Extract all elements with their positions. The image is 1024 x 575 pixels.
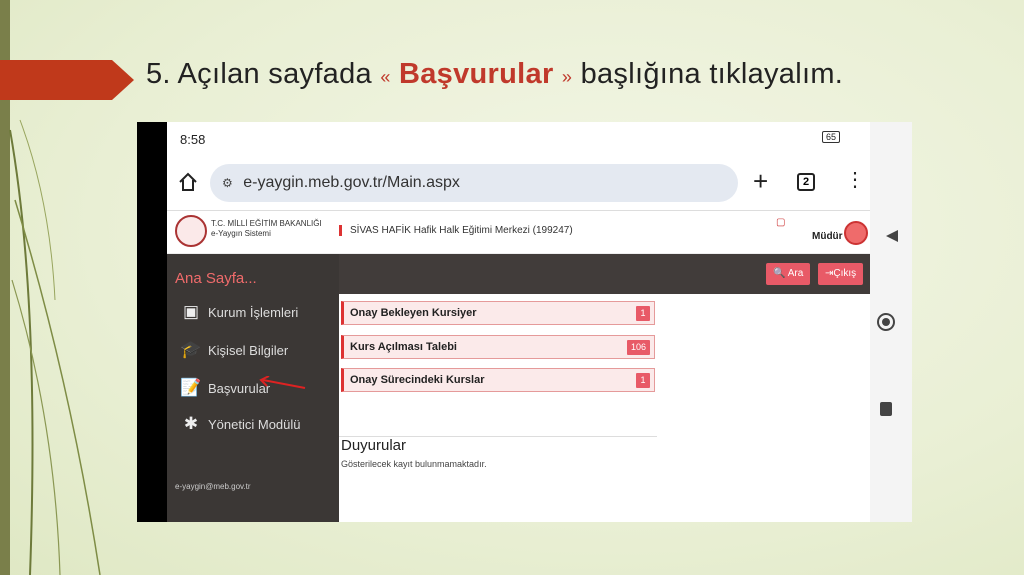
institution-name: SİVAS HAFİK Hafik Halk Eğitimi Merkezi (… bbox=[339, 225, 573, 236]
sidebar-item-kurum-islemleri[interactable]: ▣ Kurum İşlemleri bbox=[180, 302, 298, 322]
top-action-bar: 🔍 Ara ⇥Çıkış bbox=[339, 254, 870, 294]
phone-screenshot: 8:58 65 ⚙ e-yaygin.meb.gov.tr/Main.aspx … bbox=[137, 122, 912, 522]
count-badge: 1 bbox=[636, 373, 650, 388]
building-icon: ▣ bbox=[182, 302, 200, 321]
card-kurs-acilmasi-talebi[interactable]: Kurs Açılması Talebi 106 bbox=[341, 335, 655, 359]
browser-toolbar: ⚙ e-yaygin.meb.gov.tr/Main.aspx + 2 ⋮ bbox=[167, 156, 870, 210]
pointer-arrow bbox=[259, 376, 306, 389]
brand-text: T.C. MİLLİ EĞİTİM BAKANLIĞI e-Yaygın Sis… bbox=[211, 219, 322, 238]
sidebar: Ana Sayfa... ▣ Kurum İşlemleri 🎓 Kişisel… bbox=[167, 254, 339, 522]
graduation-cap-icon: 🎓 bbox=[180, 340, 202, 359]
announcements-empty-text: Gösterilecek kayıt bulunmamaktadır. bbox=[341, 459, 487, 469]
footer-email: e-yaygin@meb.gov.tr bbox=[175, 482, 251, 491]
sidebar-title[interactable]: Ana Sayfa... bbox=[175, 270, 257, 287]
avatar[interactable] bbox=[844, 221, 868, 245]
announcements-panel: Duyurular Gösterilecek kayıt bulunmamakt… bbox=[339, 436, 657, 522]
site-settings-icon[interactable]: ⚙ bbox=[222, 176, 233, 190]
phone-bezel bbox=[137, 122, 167, 522]
address-bar[interactable]: ⚙ e-yaygin.meb.gov.tr/Main.aspx bbox=[210, 164, 738, 202]
summary-cards: Onay Bekleyen Kursiyer 1 Kurs Açılması T… bbox=[341, 299, 655, 411]
count-badge: 106 bbox=[626, 340, 650, 355]
keyword-basvurular: Başvurular bbox=[399, 58, 554, 90]
announcements-title: Duyurular bbox=[341, 437, 407, 454]
card-onay-bekleyen-kursiyer[interactable]: Onay Bekleyen Kursiyer 1 bbox=[341, 301, 655, 325]
exit-button[interactable]: ⇥Çıkış bbox=[818, 263, 864, 285]
new-tab-icon[interactable]: + bbox=[753, 168, 768, 194]
user-role: Müdür bbox=[812, 231, 843, 242]
url-text: e-yaygin.meb.gov.tr/Main.aspx bbox=[243, 174, 460, 191]
count-badge: 1 bbox=[636, 306, 650, 321]
app-header: T.C. MİLLİ EĞİTİM BAKANLIĞI e-Yaygın Sis… bbox=[167, 210, 870, 254]
recents-icon[interactable] bbox=[880, 402, 892, 416]
notification-icon[interactable]: ▢ bbox=[776, 217, 785, 228]
home-icon[interactable] bbox=[177, 171, 199, 193]
tab-switcher-button[interactable]: 2 bbox=[797, 173, 815, 191]
back-icon[interactable] bbox=[886, 230, 898, 242]
status-bar: 8:58 65 bbox=[167, 122, 870, 156]
document-edit-icon: 📝 bbox=[180, 378, 202, 397]
title-arrow-shape bbox=[0, 60, 134, 100]
search-button[interactable]: 🔍 Ara bbox=[766, 263, 811, 285]
sidebar-item-kisisel-bilgiler[interactable]: 🎓 Kişisel Bilgiler bbox=[180, 340, 288, 360]
status-time: 8:58 bbox=[180, 132, 206, 147]
meb-logo bbox=[175, 215, 207, 247]
emulator-controls bbox=[870, 122, 912, 522]
slide-title: 5. Açılan sayfada « Başvurular » başlığı… bbox=[146, 58, 844, 90]
battery-icon: 65 bbox=[821, 131, 840, 143]
sidebar-item-yonetici-modulu[interactable]: ✱ Yönetici Modülü bbox=[180, 414, 301, 434]
network-icon: ✱ bbox=[183, 414, 199, 433]
more-menu-icon[interactable]: ⋮ bbox=[845, 170, 865, 190]
card-onay-surecindeki-kurslar[interactable]: Onay Sürecindeki Kurslar 1 bbox=[341, 368, 655, 392]
